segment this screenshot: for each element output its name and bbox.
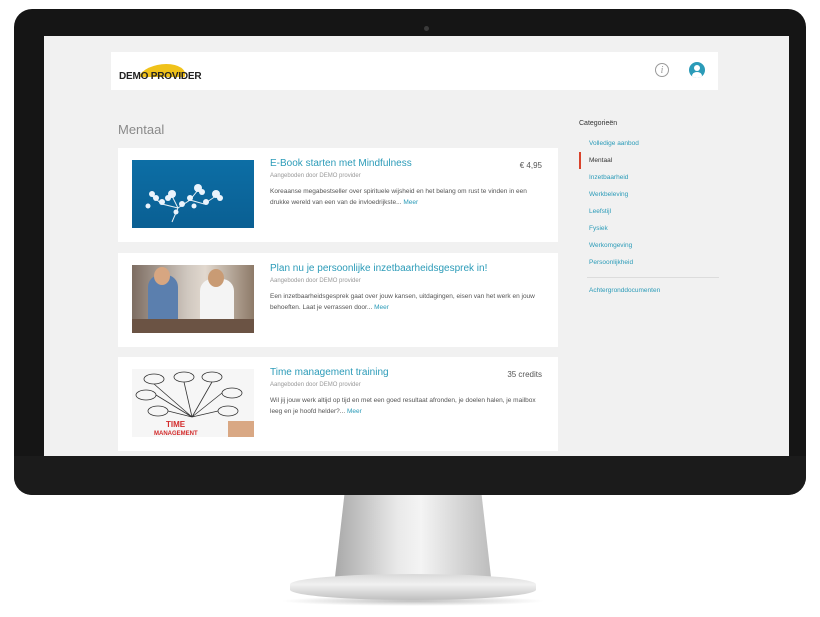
app-screen: DEMO PROVIDER i Mentaal E-Book starten m…: [44, 36, 789, 456]
card-description: Wil jij jouw werk altijd op tijd en met …: [270, 397, 536, 415]
card-provider: Aangeboden door DEMO provider: [270, 173, 361, 179]
card-provider: Aangeboden door DEMO provider: [270, 278, 361, 284]
card-title[interactable]: Time management training: [270, 367, 389, 378]
category-sidebar: Categorieën Volledige aanbod Mentaal Inz…: [579, 120, 719, 299]
sidebar-item-leefstijl[interactable]: Leefstijl: [579, 203, 719, 220]
mindfulness-blossom-image: [132, 160, 254, 228]
sidebar-item-werkbeleving[interactable]: Werkbeleving: [579, 186, 719, 203]
info-icon[interactable]: i: [655, 63, 669, 77]
card-title[interactable]: Plan nu je persoonlijke inzetbaarheidsge…: [270, 263, 487, 274]
sidebar-heading: Categorieën: [579, 120, 618, 127]
sidebar-item-persoonlijkheid[interactable]: Persoonlijkheid: [579, 254, 719, 271]
offer-card-mindfulness[interactable]: E-Book starten met Mindfulness Aangebode…: [118, 148, 558, 242]
more-link[interactable]: Meer: [374, 304, 389, 311]
sidebar-item-inzetbaarheid[interactable]: Inzetbaarheid: [579, 169, 719, 186]
user-account-icon[interactable]: [689, 62, 705, 78]
provider-logo[interactable]: DEMO PROVIDER: [119, 62, 209, 86]
top-header: DEMO PROVIDER i: [111, 52, 718, 90]
card-provider: Aangeboden door DEMO provider: [270, 382, 361, 388]
logo-text: DEMO PROVIDER: [119, 71, 202, 82]
meeting-photo-image: [132, 265, 254, 333]
page-title: Mentaal: [118, 122, 165, 137]
svg-text:MANAGEMENT: MANAGEMENT: [154, 431, 198, 437]
card-price: € 4,95: [519, 161, 542, 170]
card-title[interactable]: E-Book starten met Mindfulness: [270, 158, 412, 169]
more-link[interactable]: Meer: [347, 408, 362, 415]
camera-dot: [424, 26, 429, 31]
sidebar-item-fysiek[interactable]: Fysiek: [579, 220, 719, 237]
monitor-stand-neck: [335, 495, 491, 577]
sidebar-item-werkomgeving[interactable]: Werkomgeving: [579, 237, 719, 254]
svg-text:TIME: TIME: [166, 420, 186, 429]
monitor-chin: [14, 456, 806, 495]
offer-card-time-management[interactable]: TIME MANAGEMENT Time management training…: [118, 357, 558, 451]
card-description: Koreaanse megabestseller over spirituele…: [270, 188, 527, 206]
time-management-mindmap-image: TIME MANAGEMENT: [132, 369, 254, 437]
card-price: 35 credits: [507, 370, 542, 379]
sidebar-item-volledige-aanbod[interactable]: Volledige aanbod: [579, 135, 719, 152]
more-link[interactable]: Meer: [403, 199, 418, 206]
monitor-stand-base: [290, 574, 536, 600]
card-description: Een inzetbaarheidsgesprek gaat over jouw…: [270, 293, 535, 311]
sidebar-divider: [587, 277, 719, 278]
sidebar-item-mentaal[interactable]: Mentaal: [579, 152, 719, 169]
offer-card-inzetbaarheidsgesprek[interactable]: Plan nu je persoonlijke inzetbaarheidsge…: [118, 253, 558, 347]
sidebar-link-achtergronddocumenten[interactable]: Achtergronddocumenten: [579, 282, 719, 299]
